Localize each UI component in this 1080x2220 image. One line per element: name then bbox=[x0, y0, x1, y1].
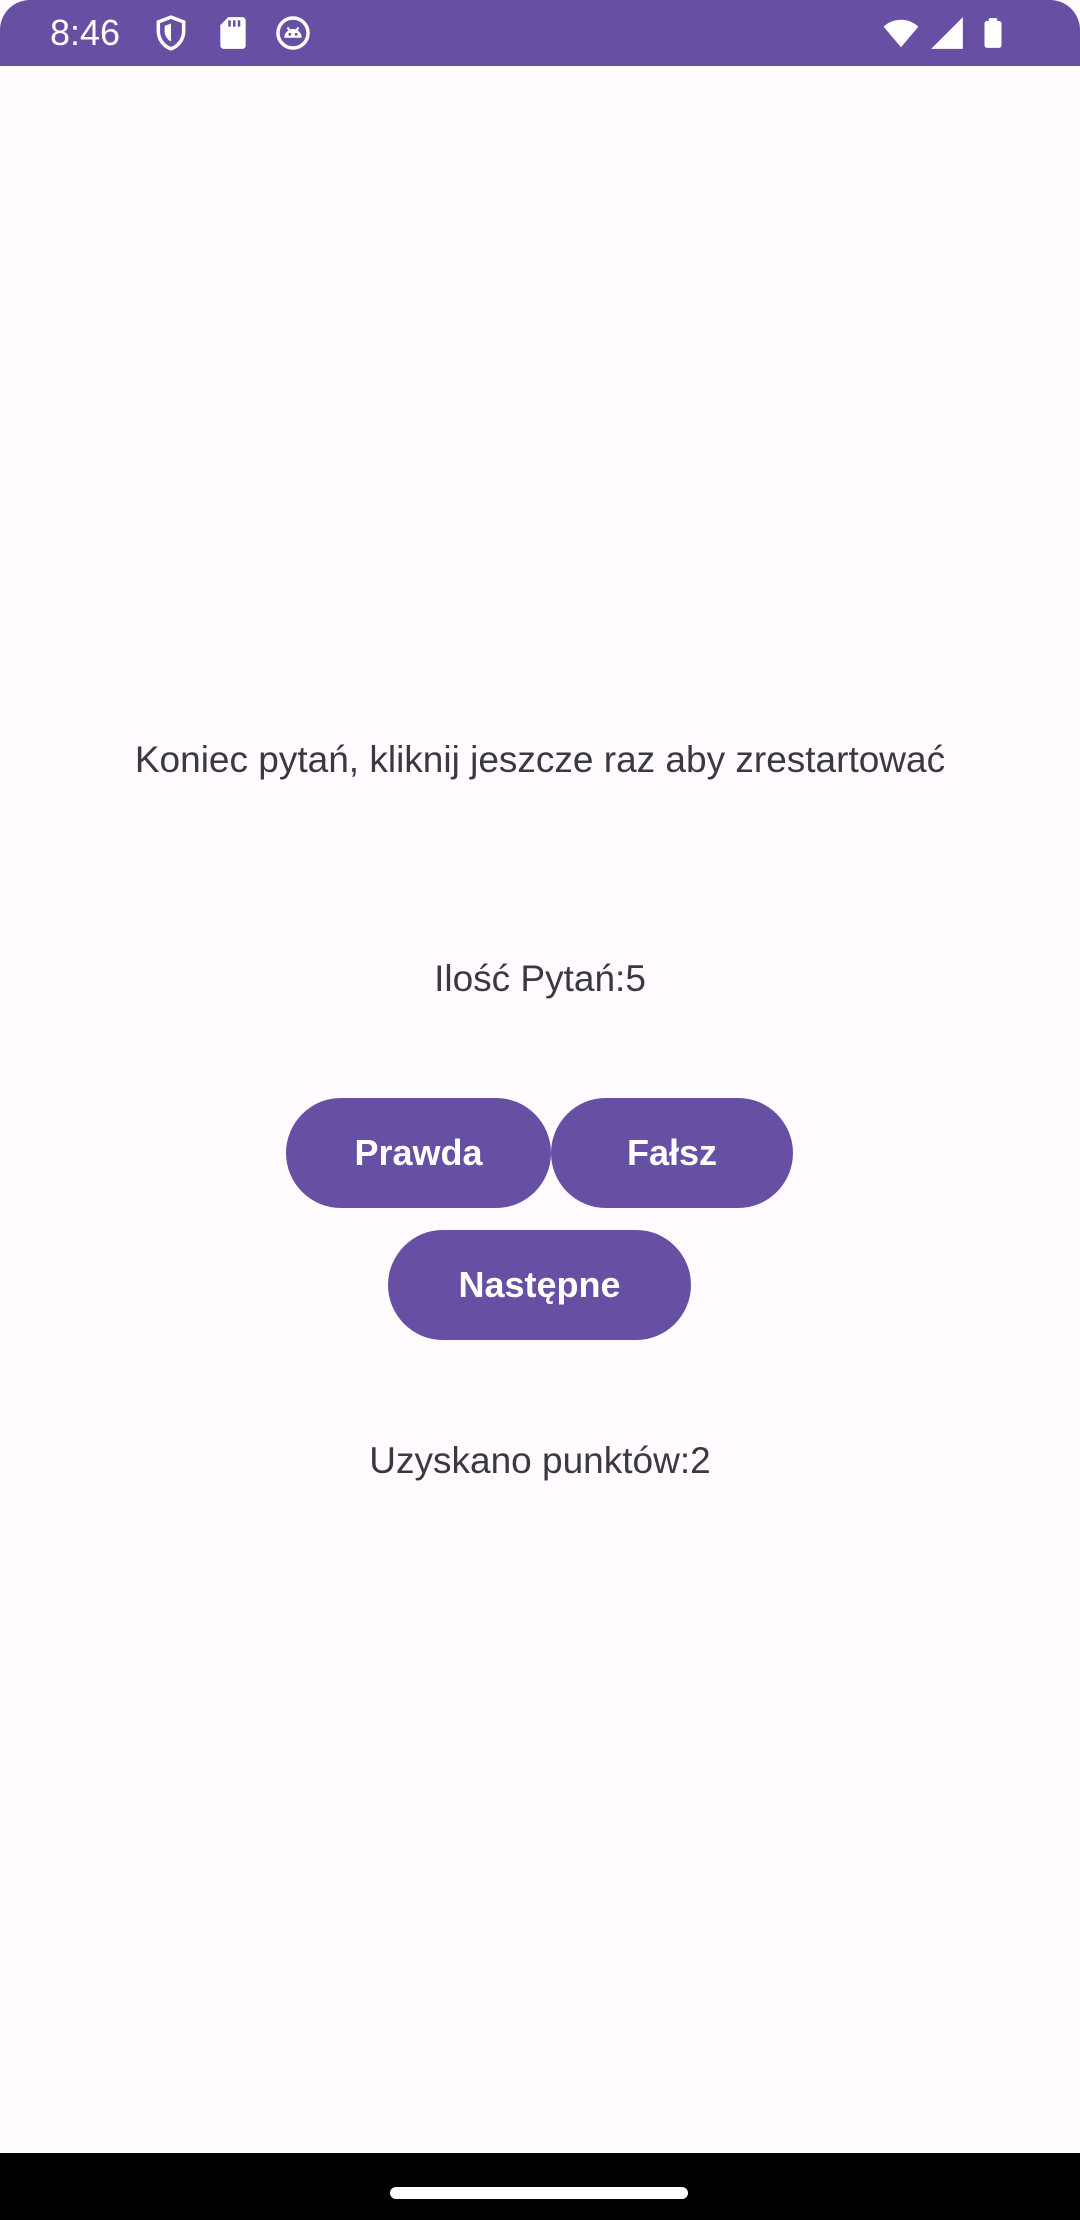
true-button[interactable]: Prawda bbox=[286, 1098, 551, 1208]
status-time: 8:46 bbox=[50, 12, 121, 53]
status-bar: 8:46 bbox=[0, 0, 1080, 66]
quiz-message: Koniec pytań, kliknij jeszcze raz aby zr… bbox=[134, 739, 946, 780]
android-debug-icon bbox=[274, 14, 312, 52]
battery-icon bbox=[976, 14, 1010, 52]
cellular-signal-icon bbox=[928, 14, 966, 52]
sd-card-icon bbox=[214, 14, 252, 52]
question-count: Ilość Pytań:5 bbox=[434, 958, 646, 999]
app-screen: 8:46 Koniec pytań, kliknij jeszcze raz a… bbox=[0, 0, 1080, 2220]
wifi-icon bbox=[880, 14, 922, 52]
next-button[interactable]: Następne bbox=[388, 1230, 691, 1340]
score-text: Uzyskano punktów:2 bbox=[369, 1440, 711, 1481]
home-gesture-handle[interactable] bbox=[390, 2187, 688, 2199]
shield-icon bbox=[152, 14, 190, 52]
false-button[interactable]: Fałsz bbox=[551, 1098, 793, 1208]
